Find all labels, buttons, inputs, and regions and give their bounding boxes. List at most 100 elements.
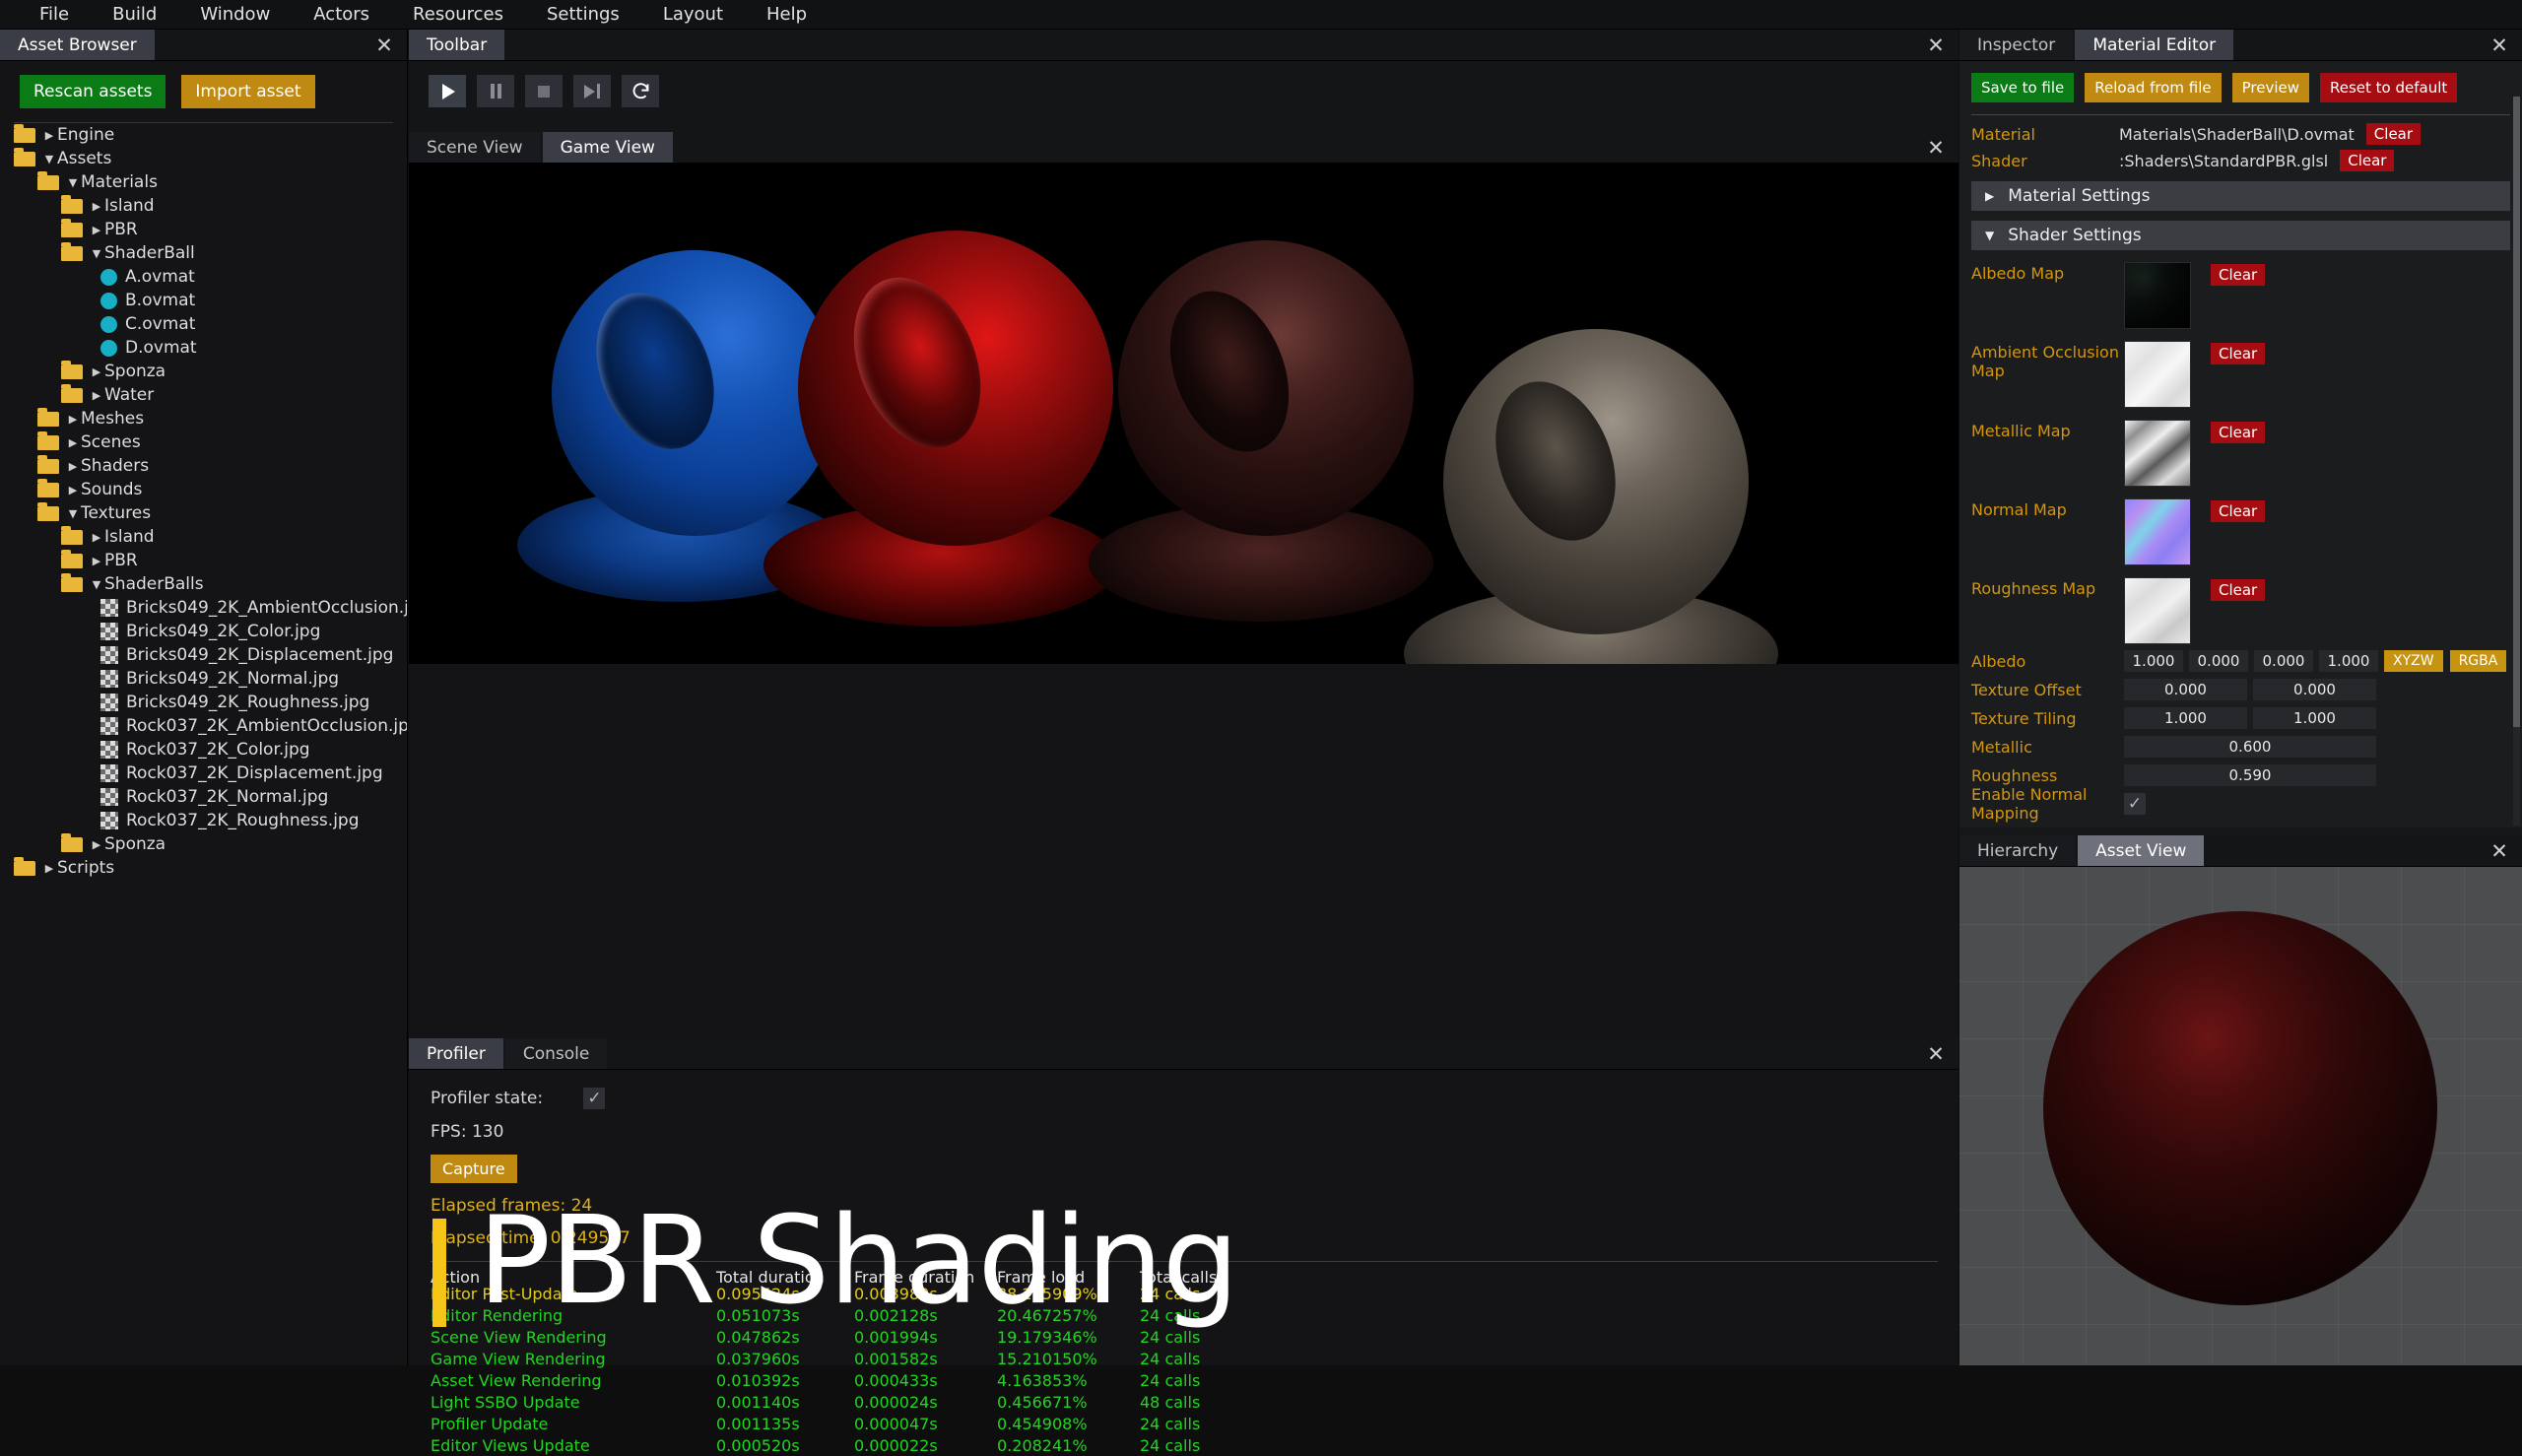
asset-tree-item[interactable]: ▶Bricks049_2K_Displacement.jpg bbox=[0, 643, 407, 667]
metallic-field[interactable]: 0.600 bbox=[2124, 736, 2376, 758]
chevron-down-icon[interactable]: ▼ bbox=[41, 153, 57, 165]
asset-tree-item[interactable]: ▶Rock037_2K_Color.jpg bbox=[0, 738, 407, 761]
asset-tree-item[interactable]: ▼ ShaderBalls bbox=[0, 572, 407, 596]
albedo-r-field[interactable]: 1.000 bbox=[2124, 650, 2183, 672]
clear-texture-button[interactable]: Clear bbox=[2211, 500, 2266, 522]
xyzw-toggle-button[interactable]: XYZW bbox=[2384, 650, 2443, 672]
chevron-down-icon[interactable]: ▼ bbox=[65, 507, 81, 520]
chevron-right-icon[interactable]: ▶ bbox=[89, 531, 104, 544]
clear-texture-button[interactable]: Clear bbox=[2211, 579, 2266, 601]
table-row[interactable]: Profiler Update 0.001135s 0.000047s 0.45490… bbox=[431, 1413, 1938, 1434]
scrollbar-thumb[interactable] bbox=[2513, 97, 2520, 727]
play-button[interactable] bbox=[429, 75, 466, 107]
menu-item-help[interactable]: Help bbox=[745, 0, 829, 30]
clear-material-button[interactable]: Clear bbox=[2365, 123, 2422, 145]
menu-item-layout[interactable]: Layout bbox=[641, 0, 745, 30]
preview-button[interactable]: Preview bbox=[2231, 73, 2309, 102]
material-settings-section[interactable]: ▶ Material Settings bbox=[1971, 181, 2510, 211]
tab-asset-browser[interactable]: Asset Browser bbox=[0, 30, 155, 60]
asset-tree-item[interactable]: ▶C.ovmat bbox=[0, 312, 407, 336]
asset-tree-item[interactable]: ▶ Engine bbox=[0, 123, 407, 147]
chevron-right-icon[interactable]: ▶ bbox=[41, 129, 57, 142]
table-row[interactable]: Editor Post-Update 0.095524s 0.003980s 38.2… bbox=[431, 1283, 1938, 1304]
material-value[interactable]: Materials\ShaderBall\D.ovmat bbox=[2119, 125, 2355, 144]
close-icon[interactable]: ✕ bbox=[1923, 1038, 1949, 1070]
shader-settings-section[interactable]: ▼ Shader Settings bbox=[1971, 221, 2510, 250]
chevron-right-icon[interactable]: ▶ bbox=[89, 838, 104, 851]
reload-from-file-button[interactable]: Reload from file bbox=[2085, 73, 2222, 102]
rgba-toggle-button[interactable]: RGBA bbox=[2449, 650, 2507, 672]
capture-button[interactable]: Capture bbox=[431, 1155, 517, 1183]
table-row[interactable]: Light SSBO Update 0.001140s 0.000024s 0.456… bbox=[431, 1391, 1938, 1413]
rescan-assets-button[interactable]: Rescan assets bbox=[20, 75, 166, 108]
profiler-state-checkbox[interactable]: ✓ bbox=[583, 1088, 606, 1109]
chevron-right-icon[interactable]: ▶ bbox=[89, 365, 104, 378]
texture-tiling-x-field[interactable]: 1.000 bbox=[2124, 707, 2247, 729]
asset-tree-item[interactable]: ▶Rock037_2K_AmbientOcclusion.jpg bbox=[0, 714, 407, 738]
close-icon[interactable]: ✕ bbox=[1923, 30, 1949, 61]
chevron-right-icon[interactable]: ▶ bbox=[65, 484, 81, 496]
tab-scene-view[interactable]: Scene View bbox=[409, 132, 541, 163]
chevron-right-icon[interactable]: ▶ bbox=[65, 460, 81, 473]
asset-tree-item[interactable]: ▶ PBR bbox=[0, 218, 407, 241]
step-button[interactable] bbox=[573, 75, 611, 107]
texture-thumbnail[interactable] bbox=[2124, 577, 2191, 644]
pause-button[interactable] bbox=[477, 75, 514, 107]
menu-item-settings[interactable]: Settings bbox=[525, 0, 641, 30]
chevron-right-icon[interactable]: ▶ bbox=[89, 555, 104, 567]
table-row[interactable]: Asset View Rendering 0.010392s 0.000433s 4.… bbox=[431, 1369, 1938, 1391]
stop-button[interactable] bbox=[525, 75, 563, 107]
table-row[interactable]: Editor Rendering 0.051073s 0.002128s 20.467… bbox=[431, 1304, 1938, 1326]
reload-button[interactable] bbox=[622, 75, 659, 107]
texture-thumbnail[interactable] bbox=[2124, 262, 2191, 329]
asset-tree-item[interactable]: ▶ Shaders bbox=[0, 454, 407, 478]
texture-thumbnail[interactable] bbox=[2124, 420, 2191, 487]
material-editor-scrollbar[interactable] bbox=[2513, 97, 2520, 826]
asset-tree-item[interactable]: ▶ Island bbox=[0, 525, 407, 549]
asset-tree-item[interactable]: ▼ Assets bbox=[0, 147, 407, 170]
asset-tree-item[interactable]: ▶ Sponza bbox=[0, 360, 407, 383]
asset-tree-item[interactable]: ▶D.ovmat bbox=[0, 336, 407, 360]
texture-offset-x-field[interactable]: 0.000 bbox=[2124, 679, 2247, 700]
asset-tree-item[interactable]: ▶ Island bbox=[0, 194, 407, 218]
chevron-right-icon[interactable]: ▶ bbox=[65, 436, 81, 449]
clear-shader-button[interactable]: Clear bbox=[2340, 150, 2395, 171]
chevron-right-icon[interactable]: ▶ bbox=[89, 389, 104, 402]
asset-tree-item[interactable]: ▶Bricks049_2K_Normal.jpg bbox=[0, 667, 407, 691]
chevron-right-icon[interactable]: ▶ bbox=[41, 862, 57, 875]
tab-inspector[interactable]: Inspector bbox=[1959, 30, 2074, 60]
tab-toolbar[interactable]: Toolbar bbox=[409, 30, 505, 60]
asset-tree-item[interactable]: ▶Rock037_2K_Roughness.jpg bbox=[0, 809, 407, 832]
asset-tree-item[interactable]: ▶Rock037_2K_Displacement.jpg bbox=[0, 761, 407, 785]
shader-value[interactable]: :Shaders\StandardPBR.glsl bbox=[2119, 152, 2328, 170]
chevron-right-icon[interactable]: ▶ bbox=[65, 413, 81, 426]
chevron-right-icon[interactable]: ▶ bbox=[89, 224, 104, 236]
asset-preview-viewport[interactable] bbox=[1959, 867, 2522, 1365]
asset-tree-item[interactable]: ▶B.ovmat bbox=[0, 289, 407, 312]
clear-texture-button[interactable]: Clear bbox=[2211, 422, 2266, 443]
menu-item-resources[interactable]: Resources bbox=[391, 0, 525, 30]
albedo-b-field[interactable]: 0.000 bbox=[2254, 650, 2313, 672]
albedo-a-field[interactable]: 1.000 bbox=[2319, 650, 2378, 672]
asset-tree-item[interactable]: ▶ Meshes bbox=[0, 407, 407, 430]
roughness-field[interactable]: 0.590 bbox=[2124, 764, 2376, 786]
asset-tree-item[interactable]: ▶Rock037_2K_Normal.jpg bbox=[0, 785, 407, 809]
save-to-file-button[interactable]: Save to file bbox=[1971, 73, 2075, 102]
tab-console[interactable]: Console bbox=[504, 1038, 608, 1069]
tab-hierarchy[interactable]: Hierarchy bbox=[1959, 835, 2077, 866]
enable-normal-mapping-checkbox[interactable]: ✓ bbox=[2124, 793, 2146, 815]
reset-to-default-button[interactable]: Reset to default bbox=[2319, 73, 2458, 102]
table-row[interactable]: Editor Views Update 0.000520s 0.000022s 0.2… bbox=[431, 1434, 1938, 1456]
chevron-down-icon[interactable]: ▼ bbox=[65, 176, 81, 189]
close-icon[interactable]: ✕ bbox=[2487, 30, 2512, 61]
menu-item-actors[interactable]: Actors bbox=[292, 0, 391, 30]
albedo-g-field[interactable]: 0.000 bbox=[2189, 650, 2248, 672]
import-asset-button[interactable]: Import asset bbox=[181, 75, 315, 108]
clear-texture-button[interactable]: Clear bbox=[2211, 264, 2266, 286]
tab-game-view[interactable]: Game View bbox=[542, 132, 673, 163]
asset-tree-item[interactable]: ▼ Materials bbox=[0, 170, 407, 194]
asset-tree-item[interactable]: ▶ Scripts bbox=[0, 856, 407, 880]
table-row[interactable]: Game View Rendering 0.037960s 0.001582s 15.… bbox=[431, 1348, 1938, 1369]
asset-tree-item[interactable]: ▶Bricks049_2K_Color.jpg bbox=[0, 620, 407, 643]
asset-tree-item[interactable]: ▶ PBR bbox=[0, 549, 407, 572]
